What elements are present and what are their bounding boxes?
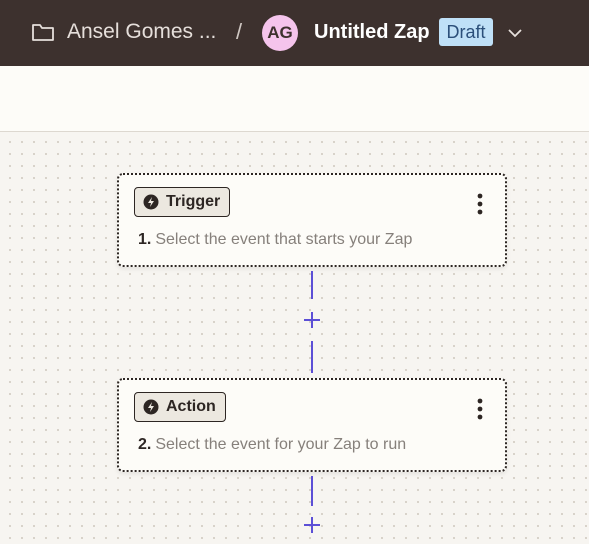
action-step-card[interactable]: Action 2. Select the event for your Zap t… (117, 378, 507, 472)
connector-line (311, 341, 313, 373)
trigger-step-card[interactable]: Trigger 1. Select the event that starts y… (117, 173, 507, 267)
add-step-icon (304, 517, 320, 533)
trigger-description: 1. Select the event that starts your Zap (138, 231, 412, 249)
step-number: 1. (138, 231, 152, 248)
more-icon[interactable] (477, 398, 483, 420)
zap-title[interactable]: Untitled Zap (314, 21, 430, 44)
add-step-button[interactable] (301, 309, 323, 331)
step-number: 2. (138, 436, 152, 453)
trigger-badge: Trigger (134, 187, 231, 217)
step-description-text: Select the event that starts your Zap (155, 231, 413, 248)
trigger-badge-label: Trigger (166, 193, 221, 210)
toolbar (0, 66, 589, 132)
top-bar: Ansel Gomes ... / AG Untitled Zap Draft (0, 0, 589, 66)
connector-line (311, 271, 313, 299)
add-step-icon (304, 312, 320, 328)
bolt-icon (143, 194, 159, 210)
bolt-icon (143, 399, 159, 415)
action-description: 2. Select the event for your Zap to run (138, 436, 406, 454)
chevron-down-icon[interactable] (507, 27, 523, 39)
add-step-button[interactable] (301, 514, 323, 536)
more-icon[interactable] (477, 193, 483, 215)
avatar[interactable]: AG (262, 15, 298, 51)
connector-line (311, 476, 313, 506)
action-badge: Action (134, 392, 226, 422)
action-badge-label: Action (166, 398, 216, 415)
breadcrumb-separator: / (236, 19, 243, 44)
step-description-text: Select the event for your Zap to run (155, 436, 407, 453)
status-badge: Draft (439, 18, 493, 46)
breadcrumb-folder-name[interactable]: Ansel Gomes ... (67, 20, 216, 44)
folder-icon[interactable] (31, 21, 55, 43)
